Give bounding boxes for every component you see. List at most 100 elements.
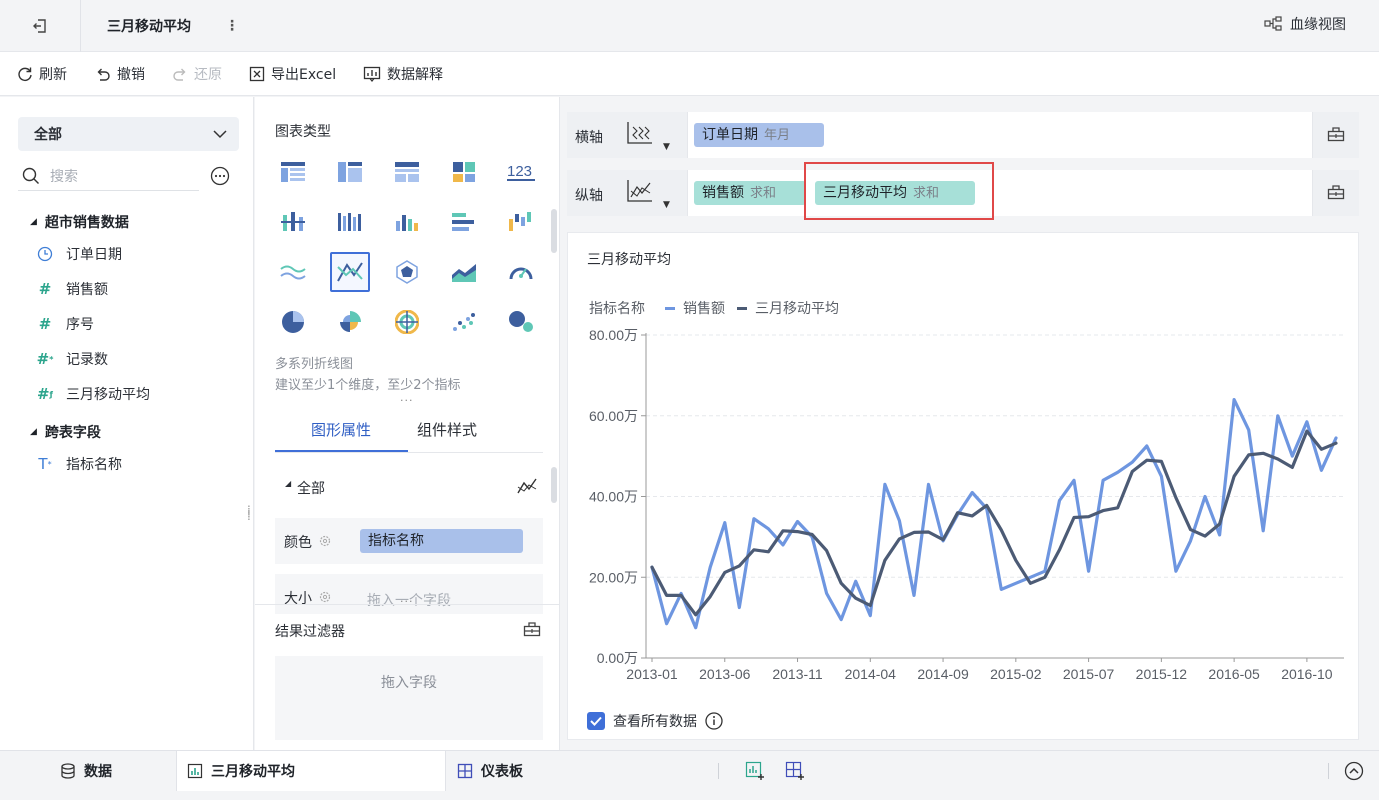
dashboard-icon [457,763,473,779]
toolbar: 刷新 撤销 还原 导出Excel 数据解释 [0,52,1379,96]
chart-type-bar-icon[interactable] [387,202,427,242]
x-tick-label: 2014-04 [845,666,897,682]
chart-type-kpi-icon[interactable]: 123 [501,152,541,192]
caret-down-icon[interactable]: ▼ [663,142,670,152]
chart-type-stacked-bar-icon[interactable] [273,202,313,242]
x-axis-icon[interactable] [625,121,653,147]
chart-type-grouped-bar-icon[interactable] [330,202,370,242]
refresh-label: 刷新 [39,67,67,83]
scrollbar[interactable] [551,467,557,503]
chart-type-waterfall-icon[interactable] [501,202,541,242]
x-tick-label: 2016-10 [1281,666,1333,682]
excel-icon [249,66,265,82]
more-icon[interactable]: ⋮ [222,14,242,38]
property-tabs: 图形属性 组件样式 [275,405,543,453]
chart-type-gauge-icon[interactable] [501,252,541,292]
y-tick-label: 0.00万 [597,650,638,666]
tab-dashboard[interactable]: 仪表板 [457,751,523,791]
chart-type-horizontal-bar-icon[interactable] [444,202,484,242]
line-chart[interactable]: 0.00万 20.00万 40.00万 60.00万 80.00万 2013-01 2013… [568,323,1358,693]
field-serial[interactable]: # 序号 [36,314,94,334]
tab-graphic-properties[interactable]: 图形属性 [311,419,371,440]
legend-title: 指标名称 [589,301,645,317]
chart-type-multi-line-icon[interactable] [330,252,370,292]
collapse-button[interactable] [1344,751,1364,791]
field-label: 订单日期 [66,247,122,263]
tab-chart-moving-average[interactable]: 三月移动平均 [176,751,446,791]
splitter-handle[interactable]: ··· [400,595,414,608]
resize-handle[interactable]: ⁞ ⁞ [247,504,251,522]
info-icon[interactable] [705,712,723,730]
pill-agg: 求和 [750,186,777,201]
field-metric-name[interactable]: T * 指标名称 [36,454,122,474]
tab-component-style[interactable]: 组件样式 [417,419,477,440]
field-record-count[interactable]: # * 记录数 [36,349,108,369]
group-label: 跨表字段 [44,425,101,441]
data-explain-label: 数据解释 [387,67,443,83]
undo-button[interactable]: 撤销 [95,64,145,84]
chart-type-sunburst-icon[interactable] [387,302,427,342]
scrollbar[interactable] [551,209,557,253]
export-excel-button[interactable]: 导出Excel [249,64,336,84]
chart-type-scatter-icon[interactable] [444,302,484,342]
tree-group-sales-data[interactable]: ◢ 超市销售数据 [30,212,129,232]
all-label: 全部 [297,481,325,497]
chart-type-area-icon[interactable] [444,252,484,292]
lock-icon[interactable] [1327,126,1345,142]
chart-type-bubble-icon[interactable] [501,302,541,342]
lineage-view-button[interactable]: 血缘视图 [1264,14,1346,34]
pill-name: 销售额 [702,185,744,201]
lock-icon[interactable] [1327,184,1345,200]
chart-type-name: 多系列折线图 [275,357,354,372]
field-moving-average[interactable]: # ƒ 三月移动平均 [36,384,150,404]
redo-button[interactable]: 还原 [172,64,222,84]
y-axis-drop-zone[interactable]: 销售额 求和 三月移动平均 求和 [687,170,1313,216]
scope-select[interactable]: 全部 [18,117,239,151]
gear-icon[interactable] [319,591,331,603]
add-dashboard-button[interactable] [785,751,805,791]
filter-drop-zone[interactable]: 拖入字段 [275,656,543,740]
page-title: 三月移动平均 [107,19,191,35]
back-icon[interactable] [28,14,52,38]
x-axis-row: 横轴 ▼ 订单日期 年月 [567,112,1359,158]
field-order-date[interactable]: 订单日期 [36,244,122,264]
field-label: 指标名称 [66,457,122,473]
caret-down-icon[interactable]: ▼ [663,200,670,210]
chart-type-pie-icon[interactable] [273,302,313,342]
tab-data[interactable]: 数据 [60,751,112,791]
x-field-pill[interactable]: 订单日期 年月 [694,123,824,147]
data-explain-button[interactable]: 数据解释 [363,64,443,84]
x-tick-label: 2013-01 [626,666,678,682]
tab-label: 数据 [84,764,112,780]
all-properties-row[interactable]: ◢ 全部 [275,469,543,505]
x-axis-drop-zone[interactable]: 订单日期 年月 [687,112,1313,158]
search-input[interactable]: 搜索 [18,161,199,191]
bottom-bar: 数据 三月移动平均 仪表板 [0,750,1379,800]
add-chart-button[interactable] [745,751,765,791]
chart-type-detail-icon[interactable] [387,152,427,192]
y-axis-icon[interactable] [625,179,653,205]
chart-type-wave-icon[interactable] [273,252,313,292]
tree-group-cross-table[interactable]: ◢ 跨表字段 [30,422,101,442]
chart-type-pivot-icon[interactable] [330,152,370,192]
tab-label: 仪表板 [481,764,523,780]
checkbox-checked-icon[interactable] [587,712,605,730]
more-options-icon[interactable] [210,166,230,186]
chart-type-radar-icon[interactable] [387,252,427,292]
lock-icon[interactable] [523,621,541,637]
result-filter-title: 结果过滤器 [275,624,345,640]
gear-icon[interactable] [319,535,331,547]
legend-item-moving-average[interactable]: 三月移动平均 [755,298,839,318]
refresh-button[interactable]: 刷新 [17,64,67,84]
chart-type-table-icon[interactable] [273,152,313,192]
color-field-pill[interactable]: 指标名称 [360,529,523,553]
view-all-data-toggle[interactable]: 查看所有数据 [587,711,723,731]
lineage-label: 血缘视图 [1290,17,1346,33]
pill-agg: 年月 [764,128,791,143]
x-tick-label: 2015-12 [1136,666,1188,682]
y-field-pill-sales[interactable]: 销售额 求和 [694,181,806,205]
field-sales[interactable]: # 销售额 [36,279,108,299]
chart-type-block-icon[interactable] [444,152,484,192]
chart-type-rose-icon[interactable] [330,302,370,342]
legend-item-sales[interactable]: 销售额 [683,298,725,318]
